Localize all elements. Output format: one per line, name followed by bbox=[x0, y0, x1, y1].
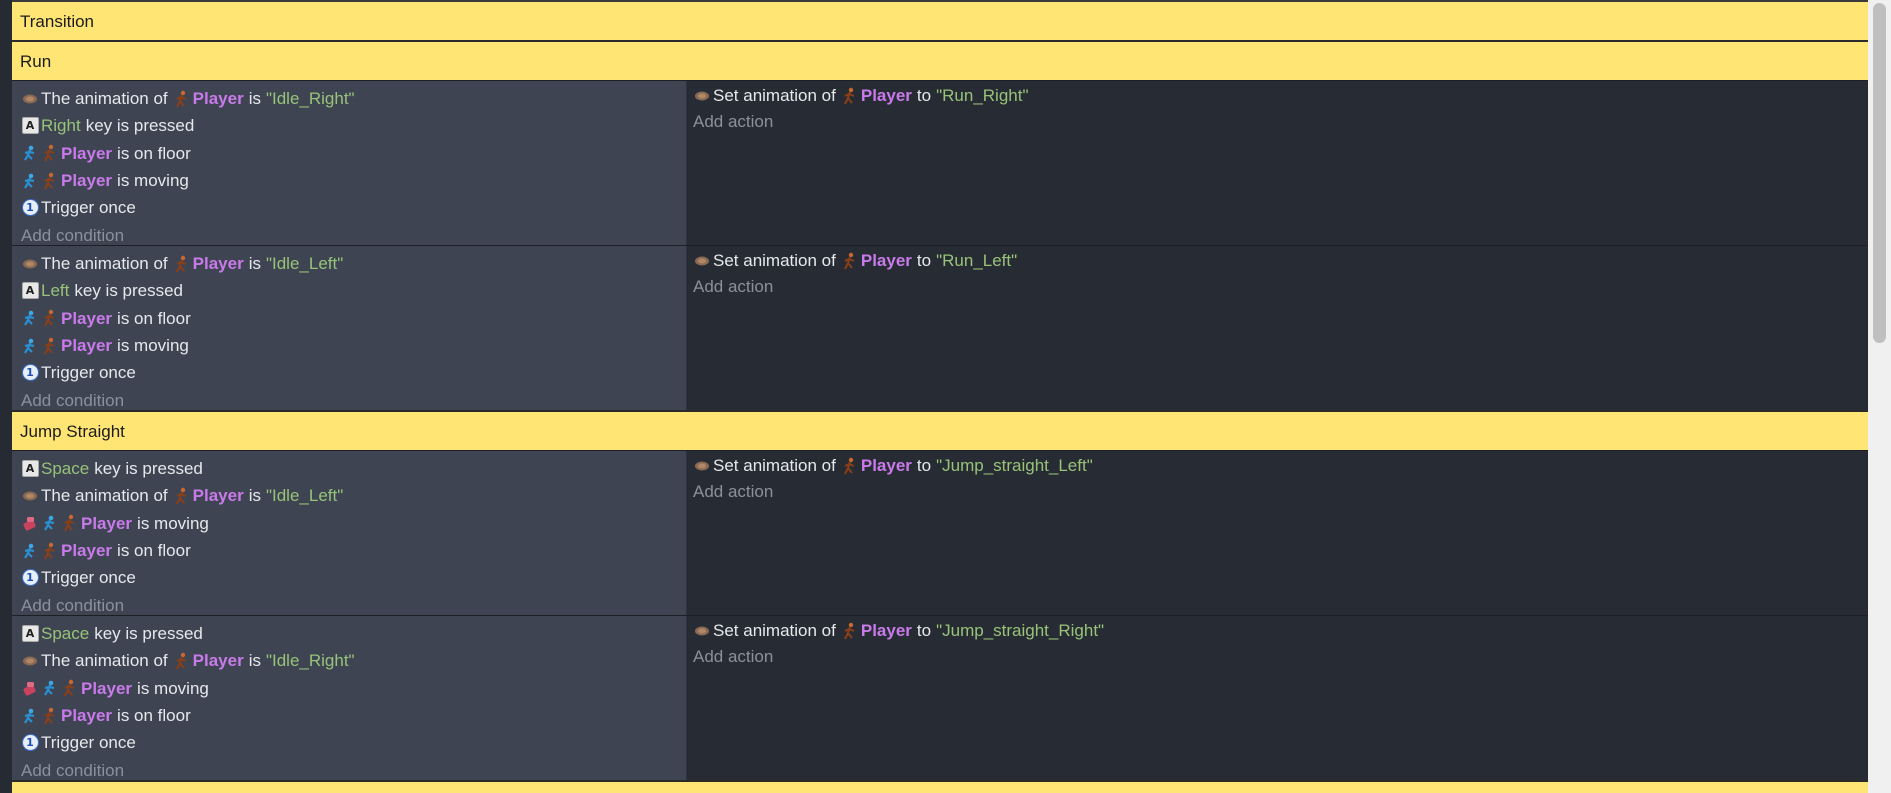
conditions-column[interactable]: The animation of Player is "Idle_Left" A… bbox=[12, 246, 687, 410]
platformer-behavior-icon bbox=[21, 337, 39, 355]
trigger-once-icon: 1 bbox=[21, 199, 39, 217]
platformer-behavior-icon bbox=[21, 172, 39, 190]
condition-key-pressed[interactable]: A Space key is pressed bbox=[21, 620, 686, 647]
comment-run[interactable]: Run bbox=[12, 40, 1868, 80]
condition-animation[interactable]: The animation of Player is "Idle_Left" bbox=[21, 250, 686, 277]
player-sprite-icon bbox=[61, 514, 79, 532]
condition-key-pressed[interactable]: A Left key is pressed bbox=[21, 277, 686, 304]
condition-on-floor[interactable]: Player is on floor bbox=[21, 702, 686, 729]
condition-trigger-once[interactable]: 1 Trigger once bbox=[21, 194, 686, 221]
trigger-once-icon: 1 bbox=[21, 364, 39, 382]
vertical-scrollbar[interactable] bbox=[1868, 0, 1891, 793]
events-sheet-app: Transition Run The animation of Player i… bbox=[0, 0, 1891, 793]
animation-icon bbox=[21, 90, 39, 108]
platformer-behavior-icon bbox=[21, 144, 39, 162]
event-run-left[interactable]: The animation of Player is "Idle_Left" A… bbox=[12, 245, 1868, 410]
platformer-behavior-icon bbox=[41, 679, 59, 697]
condition-trigger-once[interactable]: 1 Trigger once bbox=[21, 564, 686, 591]
comment-text: Run bbox=[20, 52, 52, 71]
animation-icon bbox=[693, 622, 711, 640]
events-sheet: Transition Run The animation of Player i… bbox=[12, 0, 1868, 793]
keyboard-icon: A bbox=[21, 625, 39, 643]
player-sprite-icon bbox=[841, 87, 859, 105]
player-sprite-icon bbox=[841, 252, 859, 270]
condition-animation[interactable]: The animation of Player is "Idle_Left" bbox=[21, 482, 686, 509]
player-sprite-icon bbox=[41, 542, 59, 560]
actions-column[interactable]: Set animation of Player to "Run_Right" A… bbox=[687, 81, 1868, 245]
condition-animation[interactable]: The animation of Player is "Idle_Right" bbox=[21, 85, 686, 112]
event-jump-straight-left[interactable]: A Space key is pressed The animation of … bbox=[12, 450, 1868, 615]
condition-moving[interactable]: Player is moving bbox=[21, 167, 686, 194]
comment-text: Jump Straight bbox=[20, 422, 125, 441]
condition-not-moving[interactable]: Player is moving bbox=[21, 510, 686, 537]
conditions-column[interactable]: A Space key is pressed The animation of … bbox=[12, 451, 687, 615]
player-sprite-icon bbox=[41, 309, 59, 327]
action-set-animation[interactable]: Set animation of Player to "Jump_straigh… bbox=[693, 618, 1868, 644]
keyboard-icon: A bbox=[21, 282, 39, 300]
actions-column[interactable]: Set animation of Player to "Run_Left" Ad… bbox=[687, 246, 1868, 410]
condition-trigger-once[interactable]: 1 Trigger once bbox=[21, 359, 686, 386]
player-sprite-icon bbox=[173, 487, 191, 505]
actions-column[interactable]: Set animation of Player to "Jump_straigh… bbox=[687, 451, 1868, 615]
trigger-once-icon: 1 bbox=[21, 734, 39, 752]
add-condition-button[interactable]: Add condition bbox=[21, 591, 686, 618]
player-sprite-icon bbox=[173, 652, 191, 670]
event-run-right[interactable]: The animation of Player is "Idle_Right" … bbox=[12, 80, 1868, 245]
player-sprite-icon bbox=[41, 707, 59, 725]
platformer-behavior-icon bbox=[21, 707, 39, 725]
action-set-animation[interactable]: Set animation of Player to "Run_Right" bbox=[693, 83, 1868, 109]
keyboard-icon: A bbox=[21, 460, 39, 478]
condition-not-moving[interactable]: Player is moving bbox=[21, 675, 686, 702]
event-jump-straight-right[interactable]: A Space key is pressed The animation of … bbox=[12, 615, 1868, 780]
player-sprite-icon bbox=[41, 144, 59, 162]
player-sprite-icon bbox=[841, 457, 859, 475]
trigger-once-icon: 1 bbox=[21, 569, 39, 587]
condition-on-floor[interactable]: Player is on floor bbox=[21, 537, 686, 564]
animation-icon bbox=[693, 87, 711, 105]
condition-trigger-once[interactable]: 1 Trigger once bbox=[21, 729, 686, 756]
add-action-button[interactable]: Add action bbox=[693, 109, 1868, 135]
condition-moving[interactable]: Player is moving bbox=[21, 332, 686, 359]
add-condition-button[interactable]: Add condition bbox=[21, 221, 686, 248]
animation-icon bbox=[693, 252, 711, 270]
player-sprite-icon bbox=[41, 337, 59, 355]
action-set-animation[interactable]: Set animation of Player to "Run_Left" bbox=[693, 248, 1868, 274]
animation-icon bbox=[693, 457, 711, 475]
player-sprite-icon bbox=[61, 679, 79, 697]
add-condition-button[interactable]: Add condition bbox=[21, 386, 686, 413]
scrollbar-thumb[interactable] bbox=[1873, 3, 1886, 343]
conditions-column[interactable]: The animation of Player is "Idle_Right" … bbox=[12, 81, 687, 245]
inverted-condition-icon bbox=[21, 514, 39, 532]
condition-key-pressed[interactable]: A Space key is pressed bbox=[21, 455, 686, 482]
animation-icon bbox=[21, 652, 39, 670]
add-action-button[interactable]: Add action bbox=[693, 479, 1868, 505]
platformer-behavior-icon bbox=[21, 542, 39, 560]
condition-on-floor[interactable]: Player is on floor bbox=[21, 140, 686, 167]
condition-animation[interactable]: The animation of Player is "Idle_Right" bbox=[21, 647, 686, 674]
inverted-condition-icon bbox=[21, 679, 39, 697]
condition-on-floor[interactable]: Player is on floor bbox=[21, 305, 686, 332]
platformer-behavior-icon bbox=[21, 309, 39, 327]
condition-key-pressed[interactable]: A Right key is pressed bbox=[21, 112, 686, 139]
player-sprite-icon bbox=[41, 172, 59, 190]
animation-icon bbox=[21, 487, 39, 505]
comment-transition[interactable]: Transition bbox=[12, 0, 1868, 40]
player-sprite-icon bbox=[173, 90, 191, 108]
comment-text: Transition bbox=[20, 12, 95, 31]
animation-icon bbox=[21, 255, 39, 273]
actions-column[interactable]: Set animation of Player to "Jump_straigh… bbox=[687, 616, 1868, 780]
keyboard-icon: A bbox=[21, 117, 39, 135]
action-set-animation[interactable]: Set animation of Player to "Jump_straigh… bbox=[693, 453, 1868, 479]
player-sprite-icon bbox=[841, 622, 859, 640]
add-action-button[interactable]: Add action bbox=[693, 274, 1868, 300]
platformer-behavior-icon bbox=[41, 514, 59, 532]
add-condition-button[interactable]: Add condition bbox=[21, 756, 686, 783]
conditions-column[interactable]: A Space key is pressed The animation of … bbox=[12, 616, 687, 780]
player-sprite-icon bbox=[173, 255, 191, 273]
add-action-button[interactable]: Add action bbox=[693, 644, 1868, 670]
comment-jump-straight[interactable]: Jump Straight bbox=[12, 410, 1868, 450]
